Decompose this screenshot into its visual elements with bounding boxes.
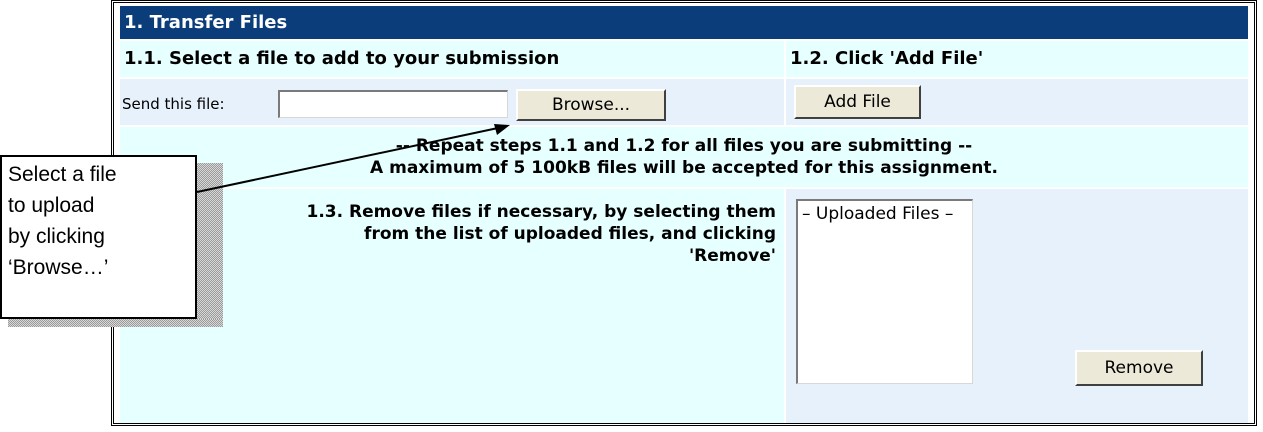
file-select-cell: Send this file: Browse... bbox=[120, 79, 784, 125]
callout-shadow-bottom bbox=[8, 319, 223, 327]
step-select-heading: 1.1. Select a file to add to your submis… bbox=[120, 41, 784, 77]
section-title: 1. Transfer Files bbox=[120, 6, 1248, 39]
callout-line2: to upload bbox=[8, 194, 95, 217]
callout-line4: ‘Browse…’ bbox=[8, 256, 109, 279]
callout-shadow bbox=[197, 163, 223, 327]
step-add-heading: 1.2. Click 'Add File' bbox=[786, 41, 1248, 77]
transfer-files-panel: 1. Transfer Files 1.1. Select a file to … bbox=[111, 0, 1257, 426]
add-file-button[interactable]: Add File bbox=[794, 85, 921, 119]
callout-line3: by clicking bbox=[8, 225, 105, 248]
browse-callout: Select a file to upload by clicking ‘Bro… bbox=[0, 155, 197, 319]
uploaded-files-cell: – Uploaded Files – Remove bbox=[786, 189, 1248, 423]
callout-line1: Select a file bbox=[8, 163, 117, 186]
send-file-label: Send this file: bbox=[122, 95, 225, 113]
remove-button[interactable]: Remove bbox=[1075, 350, 1203, 386]
repeat-note: -- Repeat steps 1.1 and 1.2 for all file… bbox=[120, 127, 1248, 187]
repeat-note-line1: -- Repeat steps 1.1 and 1.2 for all file… bbox=[395, 136, 973, 156]
browse-button[interactable]: Browse... bbox=[516, 89, 666, 121]
repeat-note-line2: A maximum of 5 100kB files will be accep… bbox=[370, 158, 998, 178]
file-path-input[interactable] bbox=[278, 90, 508, 118]
add-file-cell: Add File bbox=[786, 79, 1248, 125]
uploaded-files-list[interactable]: – Uploaded Files – bbox=[796, 199, 973, 384]
uploaded-files-header[interactable]: – Uploaded Files – bbox=[798, 201, 972, 227]
